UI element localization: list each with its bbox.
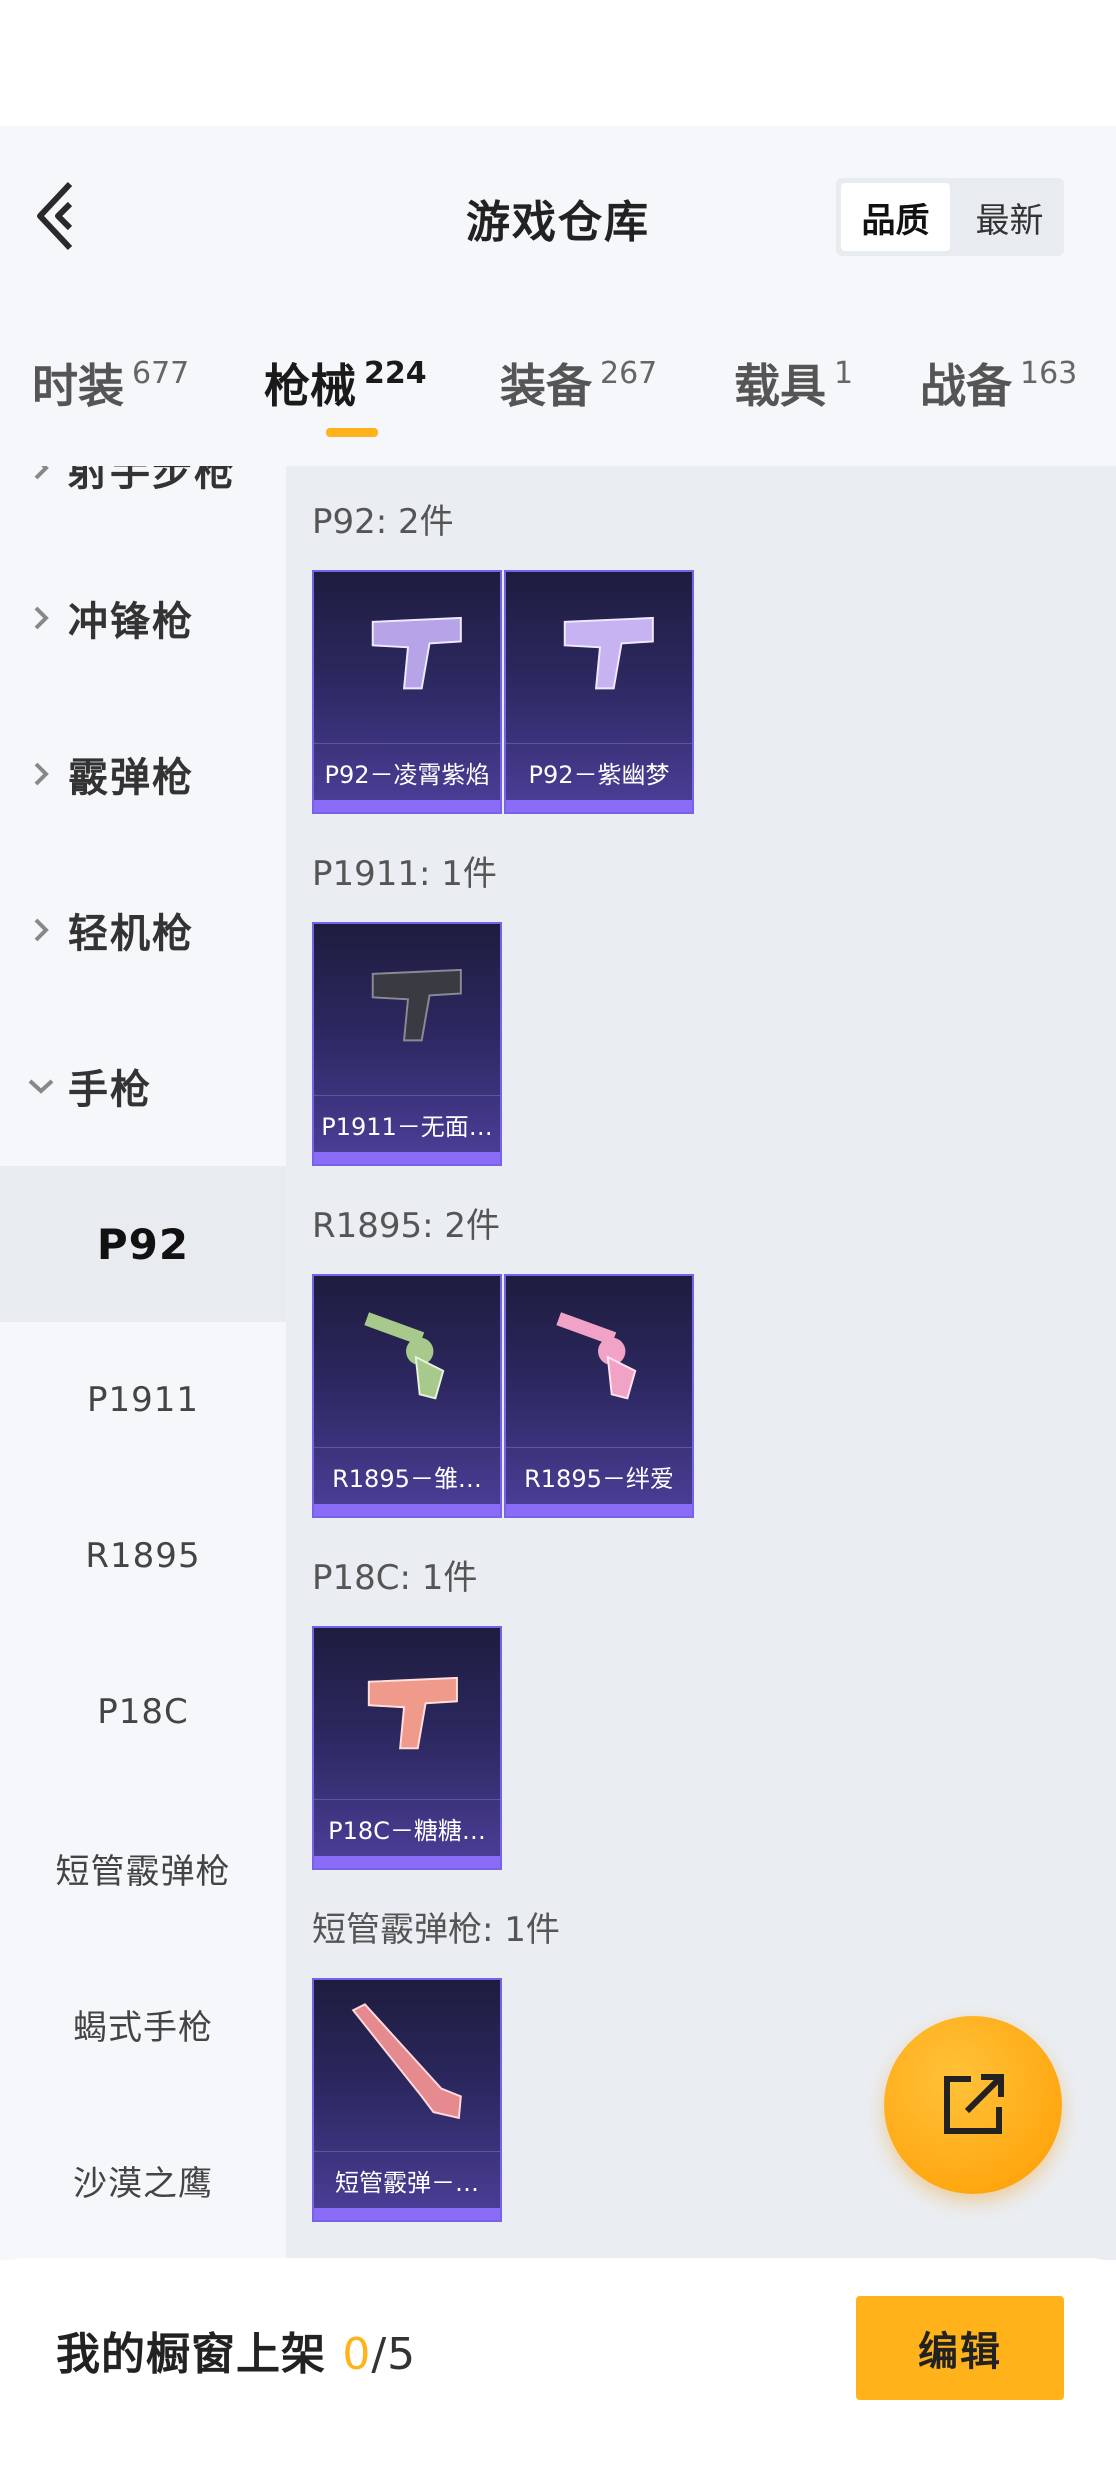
category-label: 冲锋枪 <box>68 599 194 645</box>
item-list[interactable]: P92: 2件 P92－凌霄紫焰 P92－紫幽梦 P1911: 1件 P1911… <box>286 466 1116 2260</box>
item-card[interactable]: R1895－绊爱 <box>504 1274 694 1518</box>
group-title: R1895: 2件 <box>312 1206 501 1246</box>
active-tab-indicator <box>326 428 378 437</box>
category-label: 射手步枪 <box>68 466 236 495</box>
showcase-total: /5 <box>371 2329 417 2380</box>
item-card[interactable]: P92－紫幽梦 <box>504 570 694 814</box>
sort-quality-button[interactable]: 品质 <box>841 183 950 251</box>
rarity-bar <box>314 2208 500 2220</box>
tab-supplies[interactable]: 战备 163 <box>920 350 1077 416</box>
showcase-count: 0 <box>342 2329 372 2380</box>
showcase-label: 我的橱窗上架 0/5 <box>56 2318 416 2382</box>
tab-count: 677 <box>132 356 190 391</box>
revolver-green-icon <box>364 1312 445 1400</box>
item-name: P1911－无面… <box>314 1095 500 1152</box>
chevron-right-icon <box>26 759 56 789</box>
category-label: 霰弹枪 <box>68 755 194 801</box>
subcategory-r1895[interactable]: R1895 <box>0 1478 286 1634</box>
subcategory-sawed-off[interactable]: 短管霰弹枪 <box>0 1790 286 1946</box>
subcategory-desert-eagle[interactable]: 沙漠之鹰 <box>0 2102 286 2258</box>
category-label: 轻机枪 <box>68 911 194 957</box>
share-external-icon <box>944 2074 1004 2134</box>
item-name: R1895－雏… <box>314 1447 500 1504</box>
rarity-bar <box>506 800 692 812</box>
tab-label: 时装 <box>32 359 124 413</box>
sort-newest-button[interactable]: 最新 <box>955 178 1064 256</box>
chevron-right-icon <box>26 915 56 945</box>
category-pistol[interactable]: 手枪 <box>0 1046 286 1126</box>
rarity-bar <box>314 800 500 812</box>
category-shotgun[interactable]: 霰弹枪 <box>0 734 286 814</box>
tab-count: 1 <box>834 356 854 391</box>
rarity-bar <box>314 1504 500 1516</box>
pistol-lilac-icon <box>563 616 654 690</box>
tab-label: 装备 <box>500 359 592 413</box>
group-title: P18C: 1件 <box>312 1558 478 1598</box>
group-title: P1911: 1件 <box>312 854 497 894</box>
pistol-lavender-icon <box>371 616 462 690</box>
category-marksman-rifle[interactable]: 射手步枪 <box>0 466 286 508</box>
item-card[interactable]: R1895－雏… <box>312 1274 502 1518</box>
category-lmg[interactable]: 轻机枪 <box>0 890 286 970</box>
group-title: P92: 2件 <box>312 502 454 542</box>
subcategory-p92[interactable]: P92 <box>0 1166 286 1322</box>
chevron-right-icon <box>26 466 56 483</box>
tab-count: 163 <box>1020 356 1078 391</box>
category-label: 手枪 <box>68 1067 152 1113</box>
item-name: P92－紫幽梦 <box>506 743 692 800</box>
share-button[interactable] <box>884 2016 1062 2194</box>
shotgun-pink-icon <box>351 2003 462 2120</box>
category-sidebar[interactable]: 射手步枪 冲锋枪 霰弹枪 轻机枪 手枪 P92 P1911 R1895 P18C… <box>0 466 286 2260</box>
chevron-right-icon <box>26 603 56 633</box>
revolver-pink-icon <box>556 1312 637 1400</box>
tab-label: 载具 <box>734 359 826 413</box>
pistol-black-icon <box>371 968 462 1042</box>
tab-label: 枪械 <box>264 359 356 413</box>
group-title: 短管霰弹枪: 1件 <box>312 1910 560 1950</box>
item-name: 短管霰弹－… <box>314 2151 500 2208</box>
subcategory-p18c[interactable]: P18C <box>0 1634 286 1790</box>
item-name: P18C－糖糖… <box>314 1799 500 1856</box>
rarity-bar <box>314 1152 500 1164</box>
item-card[interactable]: P1911－无面… <box>312 922 502 1166</box>
pistol-coral-icon <box>367 1676 458 1750</box>
item-card[interactable]: P18C－糖糖… <box>312 1626 502 1870</box>
rarity-bar <box>314 1856 500 1868</box>
subcategory-p1911[interactable]: P1911 <box>0 1322 286 1478</box>
item-card[interactable]: 短管霰弹－… <box>312 1978 502 2222</box>
tab-firearms[interactable]: 枪械 224 <box>264 350 427 416</box>
tab-equipment[interactable]: 装备 267 <box>500 350 657 416</box>
tab-vehicles[interactable]: 载具 1 <box>734 350 853 416</box>
category-smg[interactable]: 冲锋枪 <box>0 578 286 658</box>
item-name: P92－凌霄紫焰 <box>314 743 500 800</box>
edit-button[interactable]: 编辑 <box>856 2296 1064 2400</box>
rarity-bar <box>506 1504 692 1516</box>
chevron-down-icon <box>26 1076 56 1096</box>
item-card[interactable]: P92－凌霄紫焰 <box>312 570 502 814</box>
item-name: R1895－绊爱 <box>506 1447 692 1504</box>
sort-toggle: 品质 最新 <box>836 178 1064 256</box>
tab-count: 224 <box>364 356 427 391</box>
subcategory-skorpion[interactable]: 蝎式手枪 <box>0 1946 286 2102</box>
tab-label: 战备 <box>920 359 1012 413</box>
showcase-text: 我的橱窗上架 <box>56 2329 343 2380</box>
status-bar <box>0 0 1116 126</box>
tab-costume[interactable]: 时装 677 <box>32 350 189 416</box>
tab-count: 267 <box>600 356 658 391</box>
